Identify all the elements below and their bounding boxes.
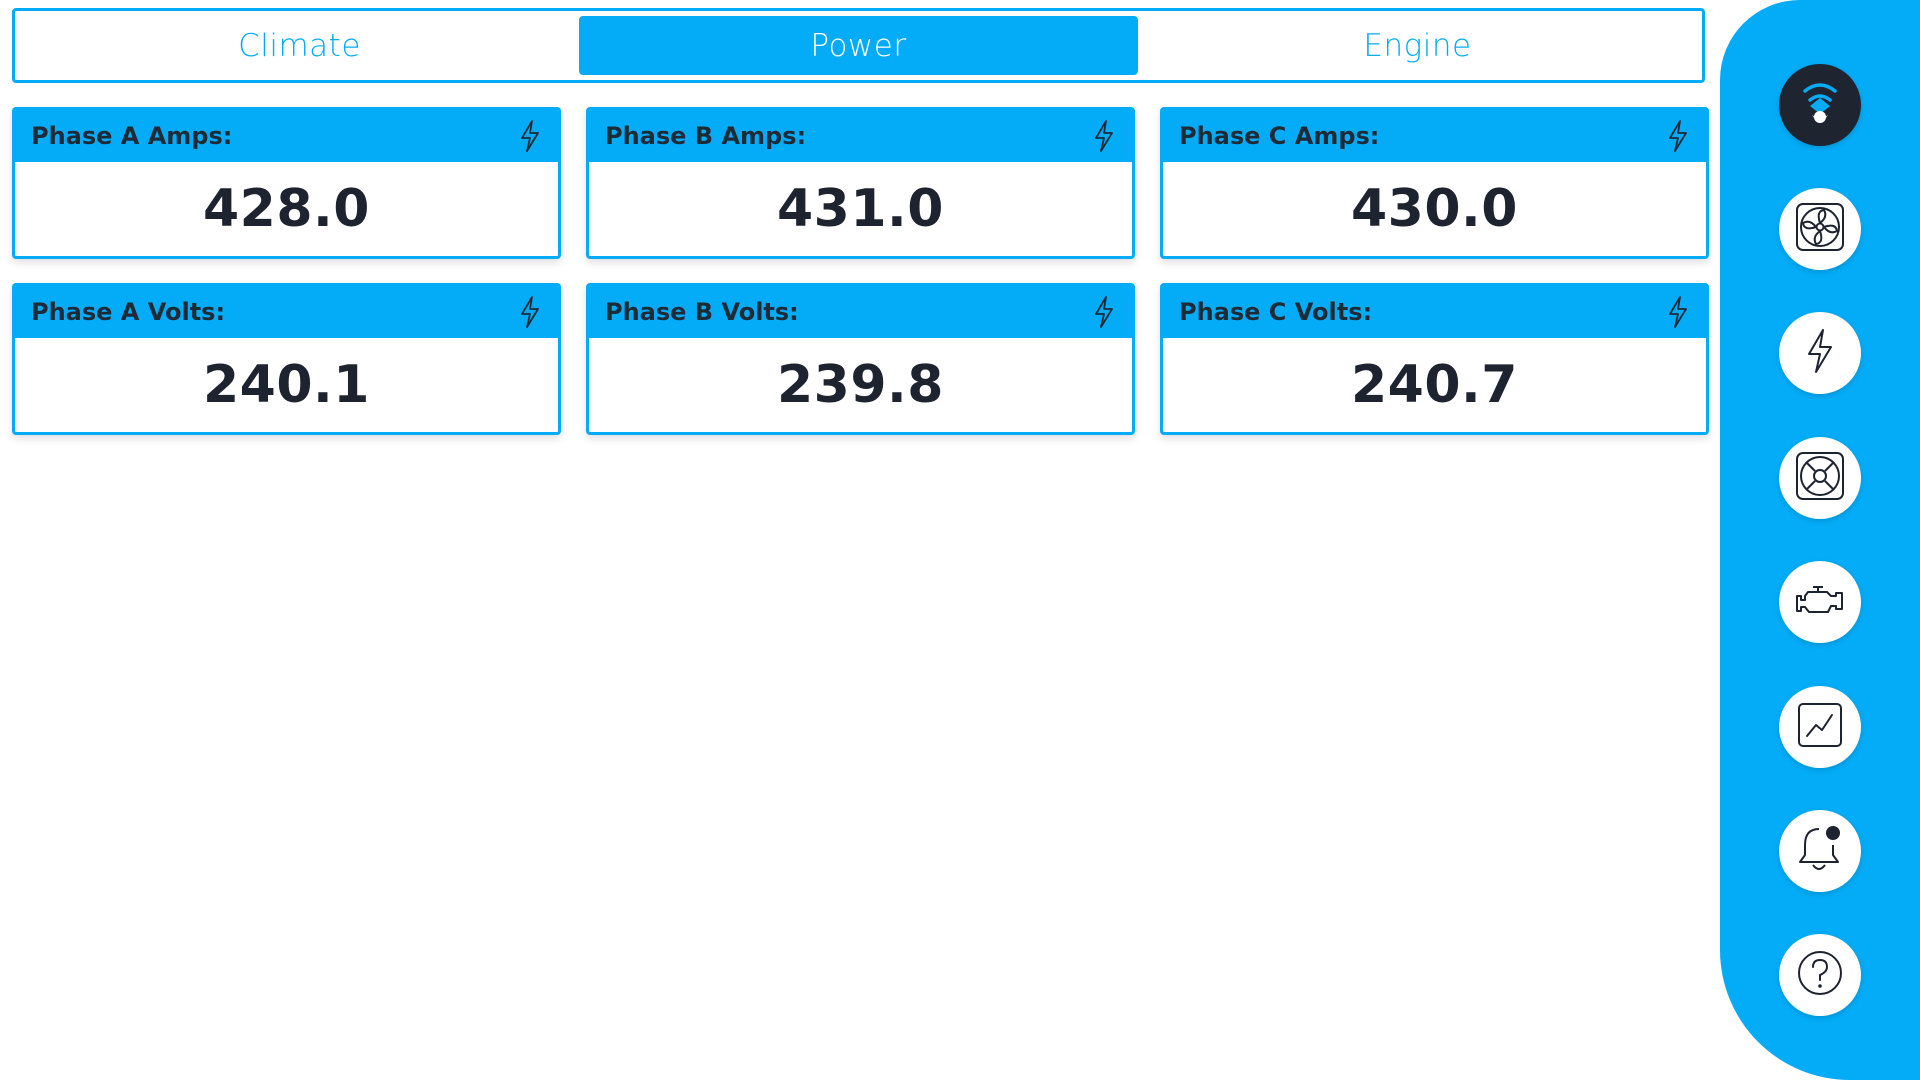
card-header: Phase B Volts: [589,286,1132,338]
sidebar-item-climate[interactable] [1779,188,1861,270]
card-title: Phase C Volts: [1179,298,1373,326]
lightning-icon [1666,294,1690,330]
metric-value: 430.0 [1351,179,1518,239]
power-metrics-grid: Phase A Amps: 428.0 Phase B Amps: 431.0 [12,107,1709,435]
lightning-icon [518,118,542,154]
card-header: Phase A Volts: [15,286,558,338]
metric-value: 431.0 [777,179,944,239]
sidebar-item-help[interactable] [1779,934,1861,1016]
metric-card-phase-a-amps: Phase A Amps: 428.0 [12,107,561,259]
card-title: Phase A Volts: [31,298,226,326]
app-root: Climate Power Engine Phase A Amps: 428.0… [0,0,1920,1080]
help-icon [1796,949,1844,1001]
lightning-icon [1092,294,1116,330]
sidebar-item-ventilation[interactable] [1779,437,1861,519]
sidebar-nav [1720,0,1920,1080]
metric-value: 428.0 [203,179,370,239]
fan-icon [1794,201,1846,257]
card-title: Phase B Volts: [605,298,799,326]
chart-icon [1796,701,1844,753]
tab-climate[interactable]: Climate [20,16,579,75]
lightning-icon [1666,118,1690,154]
metric-value: 239.8 [777,355,944,415]
lightning-icon [1092,118,1116,154]
card-body: 240.1 [15,338,558,432]
tab-power[interactable]: Power [579,16,1138,75]
metric-value: 240.1 [203,355,370,415]
card-body: 431.0 [589,162,1132,256]
card-header: Phase A Amps: [15,110,558,162]
metric-card-phase-c-volts: Phase C Volts: 240.7 [1160,283,1709,435]
sidebar-item-power[interactable] [1779,312,1861,394]
sidebar-item-engine[interactable] [1779,561,1861,643]
card-body: 239.8 [589,338,1132,432]
sidebar-item-trends[interactable] [1779,686,1861,768]
card-header: Phase C Amps: [1163,110,1706,162]
logo-icon [1796,77,1844,133]
lightning-icon [518,294,542,330]
notification-bell-icon [1795,823,1845,879]
card-title: Phase C Amps: [1179,122,1380,150]
card-title: Phase A Amps: [31,122,233,150]
sidebar-item-home[interactable] [1779,64,1861,146]
card-body: 430.0 [1163,162,1706,256]
tab-bar: Climate Power Engine [12,8,1705,83]
sidebar-item-alerts[interactable] [1779,810,1861,892]
card-header: Phase B Amps: [589,110,1132,162]
card-header: Phase C Volts: [1163,286,1706,338]
metric-card-phase-a-volts: Phase A Volts: 240.1 [12,283,561,435]
engine-icon [1795,582,1845,622]
card-body: 428.0 [15,162,558,256]
card-body: 240.7 [1163,338,1706,432]
metric-card-phase-c-amps: Phase C Amps: 430.0 [1160,107,1709,259]
metric-value: 240.7 [1351,355,1518,415]
metric-card-phase-b-volts: Phase B Volts: 239.8 [586,283,1135,435]
card-title: Phase B Amps: [605,122,807,150]
lightning-icon [1805,328,1835,378]
ventilation-icon [1794,450,1846,506]
tab-engine[interactable]: Engine [1138,16,1697,75]
metric-card-phase-b-amps: Phase B Amps: 431.0 [586,107,1135,259]
